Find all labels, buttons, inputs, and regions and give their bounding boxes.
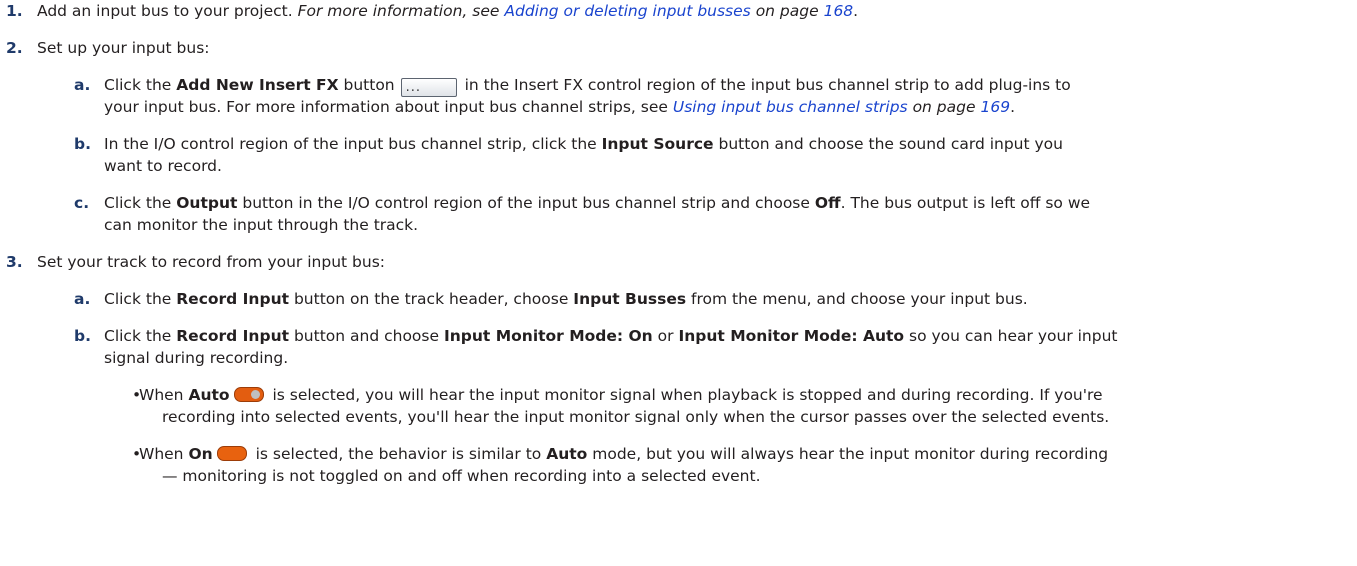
- step-text: Set up your input bus:: [37, 39, 210, 57]
- bullet-text: When Auto is selected, you will hear the…: [139, 386, 1103, 404]
- link-using-input-bus-channel-strips[interactable]: Using input bus channel strips: [673, 98, 908, 116]
- substep-text-cont: want to record.: [104, 157, 222, 175]
- substep-text-cont: your input bus. For more information abo…: [104, 98, 1015, 116]
- on-toggle-icon: [216, 446, 247, 461]
- step-number: 2.: [6, 39, 23, 57]
- substep-letter: c.: [74, 194, 90, 212]
- step-text: Add an input bus to your project. For mo…: [37, 2, 859, 20]
- step-number: 3.: [6, 253, 23, 271]
- substep-letter: b.: [74, 135, 91, 153]
- substep-letter: a.: [74, 290, 91, 308]
- bullet-text: When On is selected, the behavior is sim…: [139, 445, 1109, 463]
- substep-letter: a.: [74, 76, 91, 94]
- add-new-insert-fx-button-icon: ...: [400, 78, 457, 97]
- substep-text: Click the Record Input button and choose…: [104, 327, 1118, 345]
- substep-text: Click the Record Input button on the tra…: [104, 290, 1028, 308]
- auto-toggle-icon: [233, 387, 264, 402]
- substep-text: Click the Output button in the I/O contr…: [104, 194, 1091, 212]
- substep-text: In the I/O control region of the input b…: [104, 135, 1063, 153]
- step-number: 1.: [6, 2, 23, 20]
- bullet-text-cont: — monitoring is not toggled on and off w…: [162, 467, 761, 485]
- info-note: For more information, see Adding or dele…: [297, 2, 854, 20]
- bullet-text-cont: recording into selected events, you'll h…: [162, 408, 1110, 426]
- substep-text: Click the Add New Insert FX button... in …: [104, 76, 1071, 97]
- page-link-168[interactable]: 168: [824, 2, 854, 20]
- substep-letter: b.: [74, 327, 91, 345]
- substep-text-cont: signal during recording.: [104, 349, 289, 367]
- link-adding-deleting-input-busses[interactable]: Adding or deleting input busses: [504, 2, 750, 20]
- page-link-169[interactable]: 169: [980, 98, 1010, 116]
- step-text: Set your track to record from your input…: [37, 253, 385, 271]
- substep-text-cont: can monitor the input through the track.: [104, 216, 419, 234]
